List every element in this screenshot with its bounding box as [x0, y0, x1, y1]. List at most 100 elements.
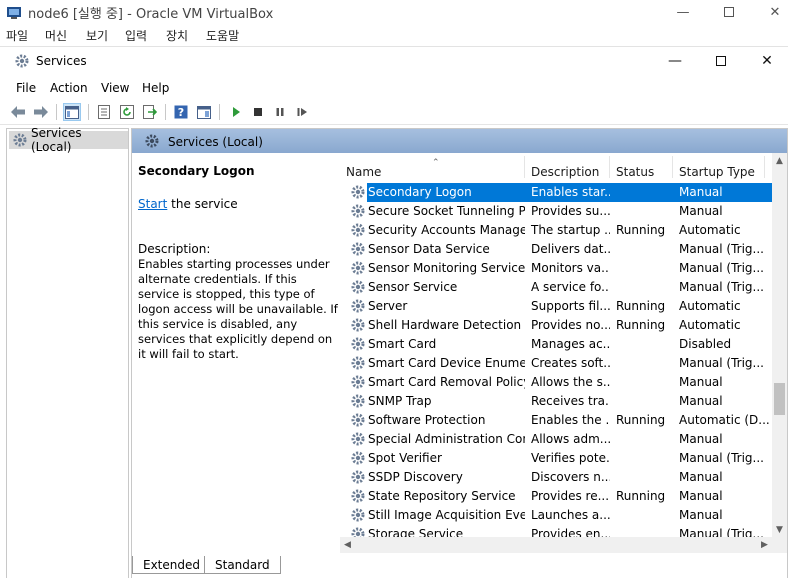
table-row[interactable]: Secure Socket Tunneling Pr... Provides su… [340, 202, 772, 221]
menu-view[interactable]: View [101, 81, 129, 95]
toolbar-separator [219, 104, 220, 120]
vertical-scrollbar[interactable]: ▲ ▼ [772, 153, 787, 537]
stop-service-icon[interactable] [249, 103, 267, 121]
service-name: Sensor Data Service [368, 242, 490, 256]
tree-item-services-local[interactable]: Services (Local) [9, 126, 128, 154]
restart-service-icon[interactable] [293, 103, 311, 121]
vbox-menu-machine[interactable]: 머신 [45, 27, 67, 44]
service-startup-type: Manual (Trig... [679, 451, 764, 465]
column-header-startup-type[interactable]: Startup Type [673, 156, 765, 179]
column-header-status[interactable]: Status [610, 156, 673, 179]
tab-extended[interactable]: Extended [132, 556, 211, 574]
services-close-button[interactable]: ✕ [744, 47, 788, 75]
scroll-right-icon[interactable]: ▶ [757, 537, 772, 553]
service-startup-type: Manual [679, 394, 723, 408]
table-row[interactable]: State Repository Service Provides re... Ru… [340, 487, 772, 506]
content-header: Services (Local) [132, 129, 787, 153]
service-description: Launches a... [531, 508, 610, 522]
table-row[interactable]: Secondary Logon Enables star... Manual [340, 183, 772, 202]
vbox-menu-help[interactable]: 도움말 [206, 27, 239, 44]
sort-ascending-icon: ⌃ [432, 158, 440, 168]
console-tree: Services (Local) [6, 126, 129, 578]
forward-arrow-icon[interactable] [32, 103, 50, 121]
service-description: The startup ... [531, 223, 610, 237]
menu-help[interactable]: Help [142, 81, 169, 95]
service-description: Supports fil... [531, 299, 610, 313]
service-description: Monitors va... [531, 261, 610, 275]
service-startup-type: Manual [673, 183, 772, 202]
service-gear-icon [351, 242, 365, 256]
service-description: Manages ac... [531, 337, 610, 351]
vertical-scroll-thumb[interactable] [774, 383, 785, 415]
menu-file[interactable]: File [16, 81, 36, 95]
service-gear-icon [351, 432, 365, 446]
services-minimize-button[interactable]: — [652, 47, 698, 75]
table-row[interactable]: Still Image Acquisition Events Launches a… [340, 506, 772, 525]
column-header-description[interactable]: Description [525, 156, 610, 179]
show-action-pane-icon[interactable] [195, 103, 213, 121]
table-row[interactable]: SSDP Discovery Discovers n... Manual [340, 468, 772, 487]
service-name: Sensor Service [368, 280, 458, 294]
service-startup-type: Manual [679, 489, 723, 503]
vbox-menu-devices[interactable]: 장치 [166, 27, 188, 44]
export-list-icon[interactable] [141, 103, 159, 121]
service-description: Allows the s... [531, 375, 610, 389]
table-row[interactable]: Smart Card Removal Policy Allows the s...… [340, 373, 772, 392]
service-status: Running [616, 489, 666, 503]
view-tabs: Extended Standard [132, 553, 787, 578]
table-row[interactable]: Spot Verifier Verifies pote... Manual (Tri… [340, 449, 772, 468]
service-status: Running [616, 299, 666, 313]
table-row[interactable]: Special Administration Con... Allows adm.… [340, 430, 772, 449]
toolbar-separator [88, 104, 89, 120]
service-name: Shell Hardware Detection [368, 318, 522, 332]
service-name: Spot Verifier [368, 451, 442, 465]
table-row[interactable]: Software Protection Enables the ... Runnin… [340, 411, 772, 430]
properties-sheet-icon[interactable] [95, 103, 113, 121]
service-status: Running [616, 413, 666, 427]
service-gear-icon [351, 280, 365, 294]
description-panel: Secondary Logon Start the service Descri… [132, 153, 340, 553]
services-menubar: File Action View Help [0, 77, 788, 97]
tree-item-label: Services (Local) [31, 126, 82, 154]
table-row[interactable]: Sensor Service A service fo... Manual (Tri… [340, 278, 772, 297]
service-description: Enables the ... [531, 413, 610, 427]
vbox-title-bar: node6 [실행 중] - Oracle VM VirtualBox — ✕ [0, 0, 788, 24]
service-action-suffix: the service [167, 197, 238, 211]
table-row[interactable]: SNMP Trap Receives tra... Manual [340, 392, 772, 411]
vbox-close-button[interactable]: ✕ [752, 0, 788, 24]
back-arrow-icon[interactable] [9, 103, 27, 121]
table-row[interactable]: Smart Card Device Enumera... Creates soft… [340, 354, 772, 373]
services-window: Services — ✕ File Action View Help ? Ser… [0, 46, 788, 578]
vbox-maximize-button[interactable] [706, 0, 752, 24]
table-row[interactable]: Server Supports fil... Running Automatic [340, 297, 772, 316]
column-header-name[interactable]: ⌃ Name [340, 156, 525, 179]
services-maximize-button[interactable] [698, 47, 744, 75]
table-row[interactable]: Shell Hardware Detection Provides no... Ru… [340, 316, 772, 335]
horizontal-scrollbar[interactable]: ◀ ▶ [340, 537, 787, 553]
show-console-tree-icon[interactable] [63, 103, 81, 121]
table-row[interactable]: Security Accounts Manager The startup ...… [340, 221, 772, 240]
service-name: Smart Card Device Enumera... [368, 356, 525, 370]
table-row[interactable]: Sensor Monitoring Service Monitors va... M… [340, 259, 772, 278]
service-name: Secondary Logon [367, 183, 525, 202]
menu-action[interactable]: Action [50, 81, 88, 95]
tab-standard[interactable]: Standard [204, 556, 281, 574]
help-icon[interactable]: ? [172, 103, 190, 121]
vbox-menu-file[interactable]: 파일 [6, 27, 28, 44]
scroll-left-icon[interactable]: ◀ [340, 537, 355, 553]
start-service-icon[interactable] [227, 103, 245, 121]
pause-service-icon[interactable] [271, 103, 289, 121]
vbox-menu-view[interactable]: 보기 [86, 27, 108, 44]
scroll-up-icon[interactable]: ▲ [772, 153, 787, 168]
refresh-icon[interactable] [118, 103, 136, 121]
vbox-menu-input[interactable]: 입력 [125, 27, 147, 44]
table-row[interactable]: Smart Card Manages ac... Disabled [340, 335, 772, 354]
service-startup-type: Manual [679, 508, 723, 522]
table-row[interactable]: Sensor Data Service Delivers dat... Manual… [340, 240, 772, 259]
scroll-down-icon[interactable]: ▼ [772, 522, 787, 537]
service-startup-type: Manual (Trig... [679, 280, 764, 294]
service-gear-icon [351, 185, 365, 199]
start-service-link[interactable]: Start [138, 197, 167, 211]
vbox-minimize-button[interactable]: — [660, 0, 706, 24]
service-startup-type: Manual (Trig... [679, 261, 764, 275]
